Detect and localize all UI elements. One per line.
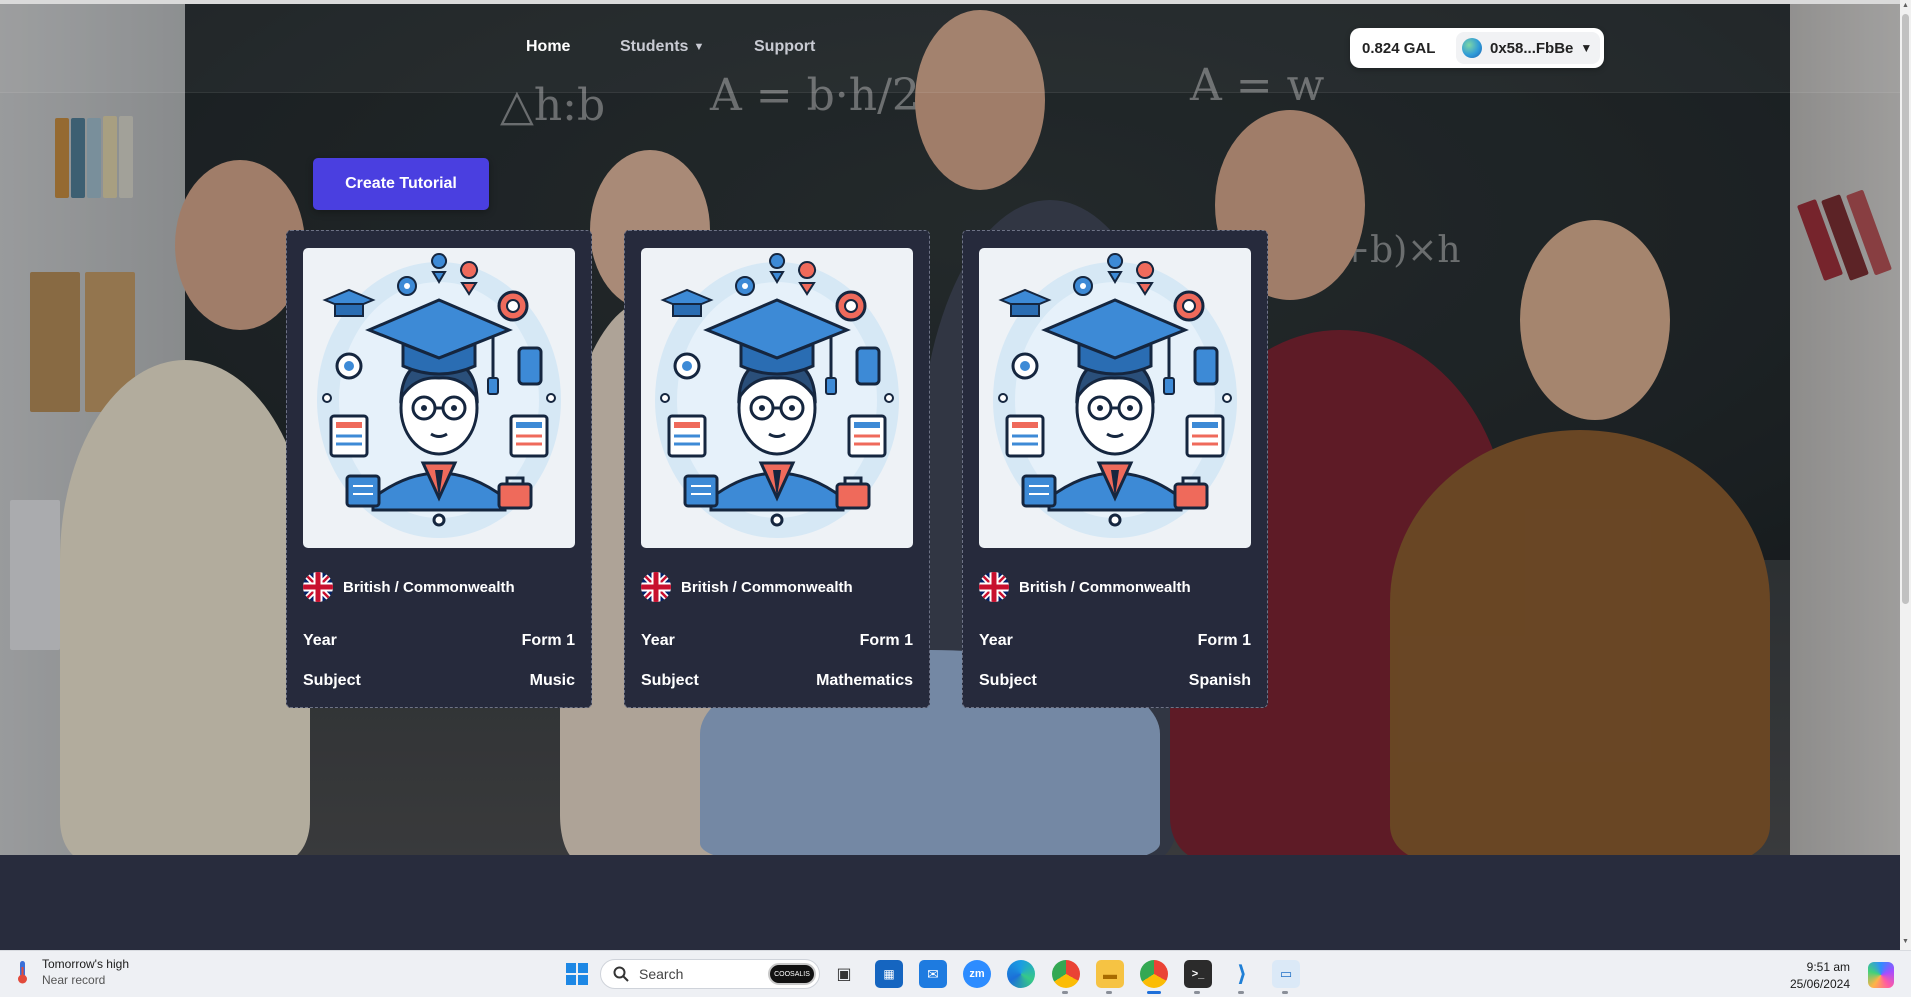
wallet-account-button[interactable]: 0x58...FbBe ▼ — [1456, 32, 1601, 64]
wallet-widget[interactable]: 0.824 GAL 0x58...FbBe ▼ — [1350, 28, 1604, 68]
tutorial-illustration — [303, 248, 575, 548]
year-value: Form 1 — [859, 632, 913, 649]
vscode-icon[interactable]: ⟩ — [1228, 960, 1256, 988]
chevron-down-icon: ▼ — [1580, 41, 1593, 55]
remote-desktop-icon[interactable]: ▭ — [1272, 960, 1300, 988]
store-icon[interactable]: ▦ — [875, 960, 903, 988]
weather-widget[interactable]: Tomorrow's high Near record — [12, 957, 129, 987]
file-explorer-icon[interactable]: ▬ — [1096, 960, 1124, 988]
windows-start-icon[interactable] — [563, 960, 591, 988]
year-value: Form 1 — [521, 632, 575, 649]
year-label: Year — [979, 632, 1013, 649]
nav-students-link[interactable]: Students ▼ — [620, 38, 704, 56]
tutorial-card[interactable]: British / Commonwealth Year Form 1 Subje… — [624, 230, 930, 708]
terminal-icon[interactable]: >_ — [1184, 960, 1212, 988]
wallet-address: 0x58...FbBe — [1490, 39, 1574, 57]
subject-value: Spanish — [1188, 672, 1251, 689]
scroll-down-arrow-icon[interactable]: ▼ — [1900, 936, 1911, 948]
create-tutorial-button[interactable]: Create Tutorial — [313, 158, 489, 210]
network-globe-icon — [1462, 38, 1482, 58]
subject-value: Mathematics — [816, 672, 913, 689]
search-icon — [613, 966, 629, 982]
subject-label: Subject — [979, 672, 1037, 689]
taskbar-search-placeholder: Search — [639, 966, 684, 982]
nav-support-link[interactable]: Support — [754, 38, 815, 56]
windows-taskbar: Tomorrow's high Near record Search COOSA… — [0, 950, 1911, 997]
tutorial-card[interactable]: British / Commonwealth Year Form 1 Subje… — [286, 230, 592, 708]
page-footer-band — [0, 855, 1900, 950]
curriculum-label: British / Commonwealth — [1019, 578, 1191, 596]
task-view-icon[interactable]: ▣ — [830, 960, 858, 988]
weather-subtitle: Near record — [42, 973, 106, 987]
uk-flag-icon — [979, 572, 1009, 602]
clock-date: 25/06/2024 — [1789, 977, 1850, 991]
curriculum-label: British / Commonwealth — [343, 578, 515, 596]
subject-label: Subject — [303, 672, 361, 689]
weather-title: Tomorrow's high — [42, 957, 129, 971]
nav-home-link[interactable]: Home — [526, 38, 570, 56]
curriculum-label: British / Commonwealth — [681, 578, 853, 596]
vertical-scrollbar[interactable]: ▲ ▼ — [1900, 0, 1911, 950]
clock-time: 9:51 am — [1806, 960, 1850, 974]
chrome-icon[interactable] — [1140, 960, 1168, 988]
tutorial-illustration — [641, 248, 913, 548]
subject-label: Subject — [641, 672, 699, 689]
hero-background-photo: △h:b A = b·h/2 A = w +b)×h — [0, 0, 1900, 855]
thermometer-icon — [18, 961, 27, 984]
edge-icon[interactable] — [1007, 960, 1035, 988]
zoom-icon[interactable]: zm — [963, 960, 991, 988]
top-navigation: Home Students ▼ Support 0.824 GAL 0x58...… — [0, 0, 1900, 93]
year-label: Year — [641, 632, 675, 649]
year-label: Year — [303, 632, 337, 649]
copilot-icon[interactable] — [1868, 962, 1894, 988]
subject-value: Music — [529, 672, 575, 689]
wallet-balance: 0.824 GAL — [1362, 39, 1436, 57]
tutorial-card[interactable]: British / Commonwealth Year Form 1 Subje… — [962, 230, 1268, 708]
uk-flag-icon — [303, 572, 333, 602]
mail-icon[interactable]: ✉ — [919, 960, 947, 988]
chevron-down-icon: ▼ — [693, 41, 705, 53]
chrome-dev-icon[interactable] — [1052, 960, 1080, 988]
coosalis-app-icon[interactable]: COOSALIS — [768, 963, 816, 985]
scrollbar-thumb[interactable] — [1902, 14, 1909, 604]
scroll-up-arrow-icon[interactable]: ▲ — [1900, 0, 1911, 12]
system-clock[interactable]: 9:51 am 25/06/2024 — [1780, 960, 1850, 991]
nav-students-label: Students — [620, 38, 689, 55]
tutorial-illustration — [979, 248, 1251, 548]
year-value: Form 1 — [1197, 632, 1251, 649]
uk-flag-icon — [641, 572, 671, 602]
